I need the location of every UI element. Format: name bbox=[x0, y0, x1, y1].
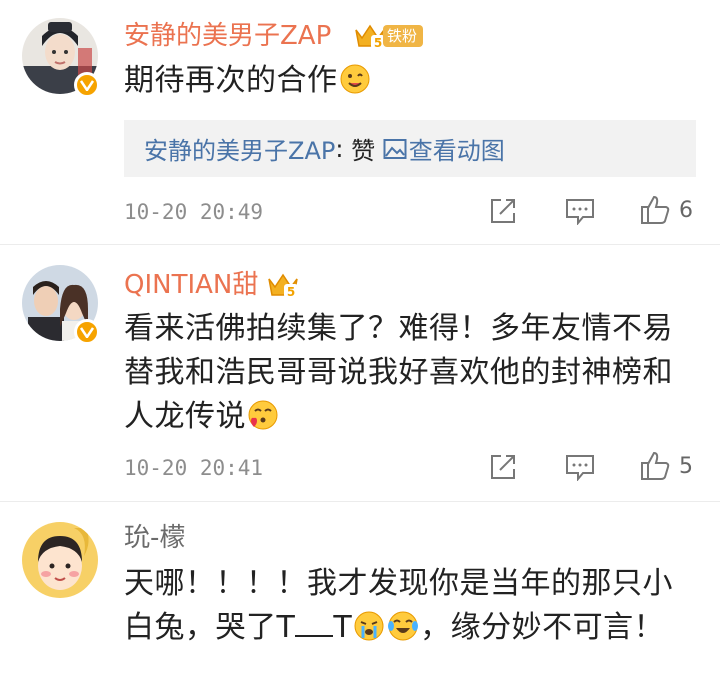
comment-text: 期待再次的合作 bbox=[124, 59, 684, 103]
fan-label: 铁粉 bbox=[383, 25, 424, 47]
tear-underline bbox=[295, 613, 334, 637]
repost-icon bbox=[491, 199, 515, 223]
timestamp: 10-20 20:49 bbox=[124, 200, 264, 224]
crying-emoji-icon bbox=[354, 611, 384, 641]
thumbs-up-icon bbox=[641, 451, 670, 480]
like-count: 6 bbox=[679, 197, 693, 223]
like-button[interactable]: 6 bbox=[639, 194, 693, 226]
crown-icon: 5 bbox=[268, 273, 298, 299]
fan-level: 5 bbox=[374, 36, 382, 50]
heart-kiss-emoji-icon bbox=[248, 400, 278, 430]
gif-image-icon bbox=[383, 138, 407, 159]
username[interactable]: QINTIAN甜 bbox=[124, 269, 258, 301]
comment-text-content: 看来活佛拍续集了？难得！多年友情不易 替我和浩民哥哥说我好喜欢他的封神榜和人龙传… bbox=[124, 311, 673, 434]
username[interactable]: 安静的美男子ZAP bbox=[124, 20, 331, 52]
crown-icon: 5 bbox=[355, 24, 385, 50]
fan-badge: 5 铁粉 bbox=[353, 21, 424, 51]
fan-level: 5 bbox=[287, 285, 295, 299]
timestamp: 10-20 20:41 bbox=[124, 456, 264, 480]
comment-button[interactable] bbox=[565, 197, 595, 225]
smile-emoji-icon bbox=[340, 64, 369, 94]
thumbs-up-icon bbox=[641, 195, 670, 224]
reply-preview[interactable]: 安静的美男子ZAP: 赞 查看动图 bbox=[124, 120, 696, 177]
verified-icon bbox=[74, 319, 100, 345]
reply-separator: : bbox=[335, 134, 344, 163]
like-count: 5 bbox=[679, 453, 693, 479]
comment-text-part: ，缘分妙不可言！ bbox=[420, 610, 665, 645]
comment-text: 看来活佛拍续集了？难得！多年友情不易 替我和浩民哥哥说我好喜欢他的封神榜和人龙传… bbox=[124, 307, 684, 439]
like-button[interactable]: 5 bbox=[639, 450, 693, 482]
comment-text-content: 期待再次的合作 bbox=[124, 63, 338, 98]
comment-item: 安静的美男子ZAP 5 铁粉 期待再次的合作 安静的美男子ZAP: 赞 查看动图… bbox=[0, 0, 720, 245]
repost-icon bbox=[491, 455, 515, 479]
fan-badge: 5 bbox=[266, 270, 300, 300]
reply-author[interactable]: 安静的美男子ZAP bbox=[144, 131, 335, 166]
reply-content: 赞 bbox=[351, 137, 376, 165]
verified-icon bbox=[74, 72, 100, 98]
repost-button[interactable] bbox=[489, 453, 517, 481]
comment-text: 天哪！！！！我才发现你是当年的那只小白兔，哭了T T ，缘分妙不可言！ bbox=[124, 562, 684, 650]
comment-item: 玧-檬 天哪！！！！我才发现你是当年的那只小白兔，哭了T T ，缘分妙不可言！ bbox=[0, 502, 720, 678]
comment-text-part: T bbox=[333, 610, 353, 645]
username[interactable]: 玧-檬 bbox=[124, 522, 185, 554]
laughing-crying-emoji-icon bbox=[388, 611, 419, 641]
comment-button[interactable] bbox=[565, 453, 595, 481]
comment-item: QINTIAN甜 5 看来活佛拍续集了？难得！多年友情不易 替我和浩民哥哥说我好… bbox=[0, 245, 720, 502]
avatar[interactable] bbox=[22, 522, 98, 598]
comment-icon bbox=[566, 455, 594, 481]
repost-button[interactable] bbox=[489, 197, 517, 225]
view-gif-link[interactable]: 查看动图 bbox=[409, 131, 505, 166]
comment-icon bbox=[566, 199, 594, 225]
